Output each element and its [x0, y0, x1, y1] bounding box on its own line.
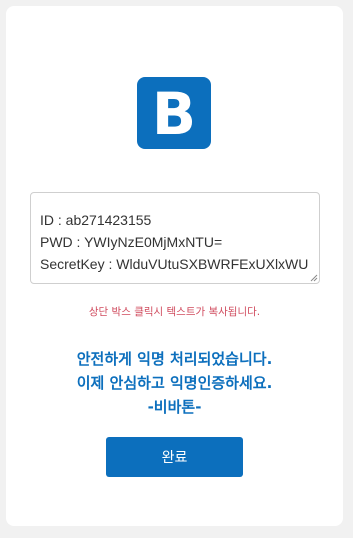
- id-line: ID : ab271423155: [40, 212, 152, 228]
- copy-hint-text: 상단 박스 클릭시 텍스트가 복사됩니다.: [88, 306, 261, 318]
- app-logo-icon: B: [137, 77, 211, 149]
- message-line-1: 안전하게 익명 처리되었습니다.: [76, 350, 273, 368]
- status-message: 안전하게 익명 처리되었습니다. 이제 안심하고 익명인증하세요. -비바톤-: [6, 347, 343, 419]
- logo-letter: B: [151, 80, 197, 148]
- complete-button[interactable]: 완료: [106, 437, 243, 477]
- message-line-2: 이제 안심하고 익명인증하세요.: [76, 374, 273, 392]
- credentials-textarea[interactable]: ID : ab271423155 PWD : YWIyNzE0MjMxNTU= …: [30, 192, 320, 284]
- resize-handle-icon[interactable]: [310, 274, 318, 282]
- message-line-3: -비바톤-: [147, 398, 202, 416]
- content-card: B ID : ab271423155 PWD : YWIyNzE0MjMxNTU…: [6, 6, 343, 526]
- pwd-line: PWD : YWIyNzE0MjMxNTU=: [40, 234, 223, 250]
- secret-key-line: SecretKey : WlduVUtuSXBWRFExUXlxWU: [40, 256, 309, 272]
